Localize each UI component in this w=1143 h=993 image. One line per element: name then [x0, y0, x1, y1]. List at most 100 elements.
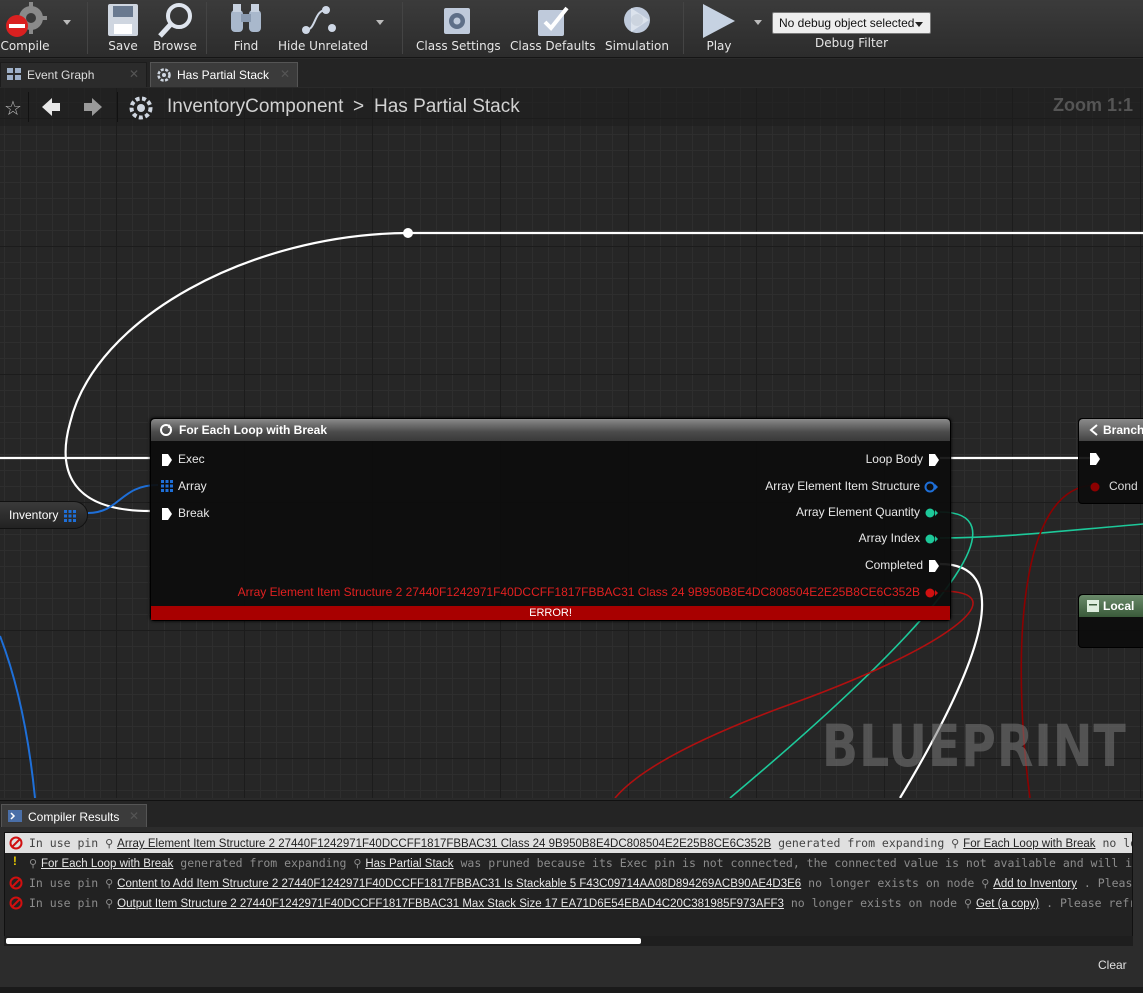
log-text: generated from expanding: [180, 856, 354, 870]
log-row[interactable]: In use pin ⚲ Array Element Item Structure…: [5, 833, 1132, 853]
local-variable-node[interactable]: Local: [1078, 594, 1143, 648]
int-pin-icon[interactable]: [924, 533, 938, 545]
scrollbar-thumb[interactable]: [6, 938, 641, 944]
log-text: . Please refresh node or break links to …: [1083, 876, 1133, 890]
error-circle-icon: [9, 896, 23, 910]
log-link[interactable]: Content to Add Item Structure 2 27440F12…: [117, 878, 801, 890]
struct-pin-icon[interactable]: [924, 481, 938, 493]
log-link[interactable]: Has Partial Stack: [365, 858, 453, 870]
variable-label: Inventory: [9, 508, 59, 522]
compiler-log[interactable]: In use pin ⚲ Array Element Item Structure…: [4, 832, 1133, 937]
tab-event-graph[interactable]: Event Graph ✕: [0, 62, 147, 87]
class-settings-label: Class Settings: [416, 39, 501, 53]
exec-out-pin-icon[interactable]: [928, 559, 940, 573]
horizontal-scrollbar[interactable]: [4, 936, 1133, 946]
simulation-button[interactable]: Simulation: [604, 0, 670, 56]
binoculars-icon: [231, 4, 261, 32]
array-grid-pin-icon[interactable]: [64, 510, 76, 522]
play-button[interactable]: Play: [696, 0, 742, 56]
log-link[interactable]: Get (a copy): [976, 898, 1039, 910]
compile-options-chevron-icon[interactable]: [63, 20, 71, 25]
array-grid-pin-icon[interactable]: [161, 480, 173, 492]
graph-canvas[interactable]: ☆ InventoryComponent > Has Partial Stack…: [0, 88, 1143, 798]
save-label: Save: [108, 39, 138, 53]
log-link[interactable]: For Each Loop with Break: [963, 838, 1095, 850]
close-tab-icon[interactable]: ✕: [280, 67, 290, 81]
warning-icon: !: [13, 856, 17, 868]
close-tab-icon[interactable]: ✕: [129, 809, 139, 823]
compile-error-icon: [6, 2, 47, 37]
log-link[interactable]: Array Element Item Structure 2 27440F124…: [117, 838, 771, 850]
log-row[interactable]: In use pin ⚲ Output Item Structure 2 2744…: [5, 893, 1132, 913]
magnifier-browse-icon: [158, 3, 192, 38]
find-button[interactable]: Find: [222, 0, 270, 56]
dropdown-caret-icon: [915, 22, 923, 27]
save-button[interactable]: Save: [100, 0, 146, 56]
browse-label: Browse: [153, 39, 197, 53]
toolbar-divider: [402, 2, 403, 54]
breadcrumb-current[interactable]: Has Partial Stack: [374, 96, 520, 118]
pin-array-element-item-structure: Array Element Item Structure: [765, 479, 920, 493]
pin-loop-body: Loop Body: [865, 452, 923, 466]
magnifier-link-icon: ⚲: [105, 897, 114, 910]
pin-break: Break: [178, 506, 210, 520]
magnifier-link-icon: ⚲: [981, 877, 990, 890]
tab-compiler-results[interactable]: Compiler Results ✕: [1, 804, 147, 828]
log-link[interactable]: Output Item Structure 2 27440F1242971F40…: [117, 898, 784, 910]
exec-in-pin-icon[interactable]: [161, 453, 173, 467]
magnifier-link-icon: ⚲: [963, 897, 972, 910]
local-title-bar[interactable]: Local: [1079, 595, 1143, 617]
inventory-variable-node[interactable]: Inventory: [0, 501, 88, 529]
local-variable-icon: [1087, 600, 1099, 612]
log-row[interactable]: ! ⚲ For Each Loop with Break generated fr…: [5, 853, 1132, 873]
toolbar-divider: [87, 2, 88, 54]
branch-node[interactable]: Branch Cond: [1078, 418, 1143, 504]
int-pin-icon[interactable]: [924, 507, 938, 519]
exec-out-pin-icon[interactable]: [928, 453, 940, 467]
divider: [117, 92, 118, 122]
find-label: Find: [233, 39, 259, 53]
class-defaults-button[interactable]: Class Defaults: [510, 0, 596, 56]
close-tab-icon[interactable]: ✕: [129, 67, 139, 81]
bool-pin-icon[interactable]: [1089, 481, 1101, 493]
node-error-banner: ERROR!: [151, 606, 950, 620]
pin-orphaned-error: Array Element Item Structure 2 27440F124…: [237, 585, 920, 599]
class-settings-button[interactable]: Class Settings: [416, 0, 501, 56]
exec-in-pin-icon[interactable]: [161, 507, 173, 521]
class-defaults-checklist-icon: [538, 6, 569, 36]
log-link[interactable]: For Each Loop with Break: [41, 858, 173, 870]
debug-object-select[interactable]: No debug object selected: [772, 12, 931, 34]
log-link[interactable]: Add to Inventory: [993, 878, 1077, 890]
clear-button[interactable]: Clear: [1098, 958, 1127, 972]
for-each-loop-with-break-node[interactable]: For Each Loop with Break Exec Array Brea…: [150, 418, 951, 621]
magnifier-link-icon: ⚲: [29, 857, 38, 870]
pin-completed: Completed: [864, 558, 923, 572]
branch-title-bar[interactable]: Branch: [1079, 419, 1143, 441]
tab-has-partial-stack[interactable]: Has Partial Stack ✕: [150, 62, 298, 87]
hide-unrelated-label: Hide Unrelated: [278, 39, 369, 53]
forward-arrow-icon[interactable]: [82, 97, 104, 117]
exec-in-pin-icon[interactable]: [1089, 452, 1101, 466]
breadcrumb-root[interactable]: InventoryComponent: [167, 96, 343, 118]
node-title-bar[interactable]: For Each Loop with Break: [151, 419, 950, 441]
save-disk-icon: [108, 4, 138, 36]
compile-button[interactable]: Compile: [0, 0, 50, 56]
back-arrow-icon[interactable]: [40, 97, 62, 117]
pin-array: Array: [178, 479, 207, 493]
node-title: For Each Loop with Break: [179, 423, 328, 437]
log-row[interactable]: In use pin ⚲ Content to Add Item Structur…: [5, 873, 1133, 893]
debug-object-value: No debug object selected: [779, 16, 915, 30]
debug-filter-label: Debug Filter: [815, 36, 888, 50]
favorite-star-icon[interactable]: ☆: [4, 96, 22, 120]
hide-unrelated-button[interactable]: Hide Unrelated: [278, 0, 369, 56]
play-label: Play: [706, 39, 732, 53]
compiler-tab-bar: Compiler Results ✕: [0, 800, 1143, 828]
class-defaults-label: Class Defaults: [510, 39, 596, 53]
simulation-gear-play-icon: [624, 7, 650, 33]
play-options-chevron-icon[interactable]: [754, 20, 762, 25]
breadcrumb-separator: >: [353, 96, 365, 117]
browse-button[interactable]: Browse: [150, 0, 200, 56]
hide-unrelated-chevron-icon[interactable]: [376, 20, 384, 25]
log-text: . Please refresh node or break links to …: [1046, 896, 1132, 910]
error-pin-icon[interactable]: [924, 587, 938, 599]
